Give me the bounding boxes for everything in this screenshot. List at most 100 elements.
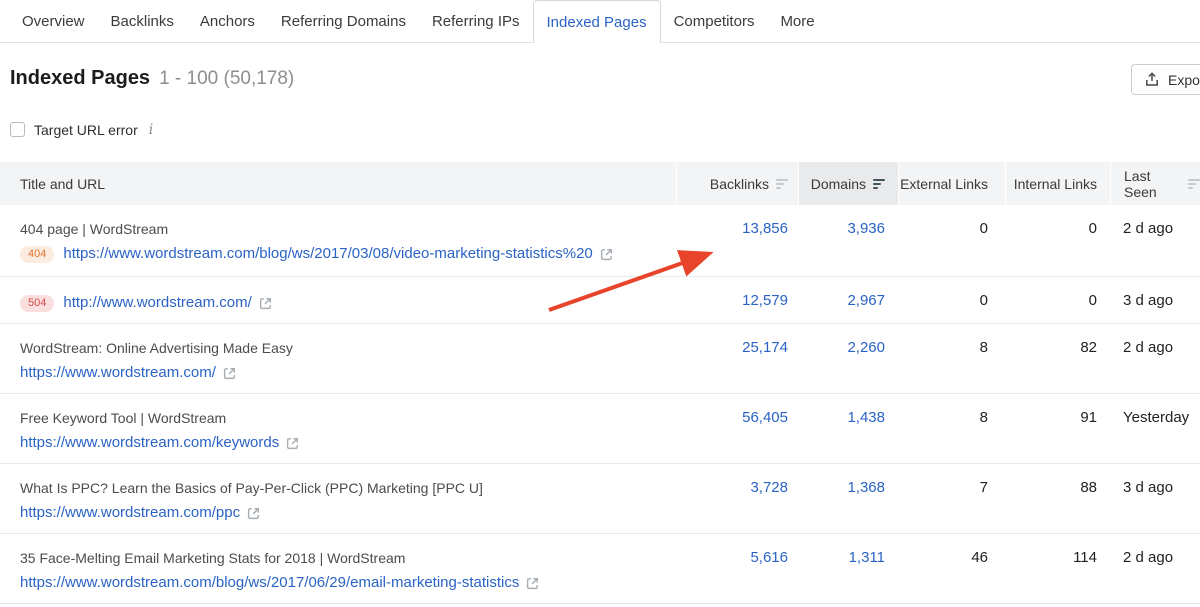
internal-links-value: 0 bbox=[1005, 277, 1110, 323]
page-title-text: What Is PPC? Learn the Basics of Pay-Per… bbox=[20, 479, 676, 498]
column-label: Backlinks bbox=[710, 176, 769, 192]
internal-links-value: 0 bbox=[1005, 205, 1110, 276]
table-row: 35 Face-Melting Email Marketing Stats fo… bbox=[0, 534, 1200, 604]
domains-value[interactable]: 3,936 bbox=[798, 205, 898, 276]
external-link-icon[interactable] bbox=[526, 577, 539, 590]
last-seen-value: 2 d ago bbox=[1110, 534, 1200, 603]
status-code-badge: 404 bbox=[20, 246, 54, 263]
tab-backlinks[interactable]: Backlinks bbox=[98, 0, 187, 42]
external-link-icon[interactable] bbox=[286, 437, 299, 450]
column-header-last-seen[interactable]: Last Seen bbox=[1110, 162, 1200, 205]
backlinks-value[interactable]: 13,856 bbox=[676, 205, 798, 276]
domains-value[interactable]: 2,967 bbox=[798, 277, 898, 323]
target-url-error-label: Target URL error bbox=[34, 122, 138, 138]
page-url-link[interactable]: https://www.wordstream.com/ppc bbox=[20, 502, 240, 524]
table-header-row: Title and URL Backlinks DomainsExternal Li… bbox=[0, 162, 1200, 205]
external-links-value: 46 bbox=[898, 534, 1005, 603]
url-line: 504http://www.wordstream.com/ bbox=[20, 292, 676, 314]
page-url-link[interactable]: https://www.wordstream.com/keywords bbox=[20, 432, 279, 454]
external-links-value: 7 bbox=[898, 464, 1005, 533]
info-icon[interactable]: i bbox=[147, 122, 153, 138]
title-url-cell: Free Keyword Tool | WordStream https://ww… bbox=[0, 394, 676, 463]
last-seen-value: Yesterday bbox=[1110, 394, 1200, 463]
internal-links-value: 88 bbox=[1005, 464, 1110, 533]
url-line: https://www.wordstream.com/blog/ws/2017/… bbox=[20, 572, 676, 594]
page-title-text: Free Keyword Tool | WordStream bbox=[20, 409, 676, 428]
column-header-backlinks[interactable]: Backlinks bbox=[676, 162, 798, 205]
export-button[interactable]: Export bbox=[1131, 64, 1200, 95]
internal-links-value: 82 bbox=[1005, 324, 1110, 393]
table-row: WordStream: Online Advertising Made Easy… bbox=[0, 324, 1200, 394]
column-header-internal-links[interactable]: Internal Links bbox=[1005, 162, 1110, 205]
url-line: 404 https://www.wordstream.com/blog/ws/20… bbox=[20, 243, 676, 265]
tab-competitors[interactable]: Competitors bbox=[661, 0, 768, 42]
table-row: Free Keyword Tool | WordStream https://ww… bbox=[0, 394, 1200, 464]
column-label: Internal Links bbox=[1014, 176, 1097, 192]
url-line: https://www.wordstream.com/ppc bbox=[20, 502, 676, 524]
column-label: External Links bbox=[900, 176, 988, 192]
page-title: Indexed Pages bbox=[10, 67, 150, 90]
title-url-cell: 35 Face-Melting Email Marketing Stats fo… bbox=[0, 534, 676, 603]
column-header-title-and-url[interactable]: Title and URL bbox=[0, 162, 676, 205]
backlinks-value[interactable]: 25,174 bbox=[676, 324, 798, 393]
last-seen-value: 2 d ago bbox=[1110, 324, 1200, 393]
page-url-link[interactable]: https://www.wordstream.com/blog/ws/2017/… bbox=[20, 572, 519, 594]
indexed-pages-table: Title and URL Backlinks DomainsExternal Li… bbox=[0, 162, 1200, 604]
backlinks-value[interactable]: 12,579 bbox=[676, 277, 798, 323]
last-seen-value: 3 d ago bbox=[1110, 277, 1200, 323]
external-link-icon[interactable] bbox=[247, 507, 260, 520]
last-seen-value: 2 d ago bbox=[1110, 205, 1200, 276]
filter-row: Target URL error i bbox=[10, 121, 1200, 138]
external-link-icon[interactable] bbox=[259, 297, 272, 310]
last-seen-value: 3 d ago bbox=[1110, 464, 1200, 533]
domains-value[interactable]: 1,438 bbox=[798, 394, 898, 463]
tab-bar: OverviewBacklinksAnchorsReferring Domain… bbox=[0, 0, 1200, 43]
page-header: Indexed Pages 1 - 100 (50,178) bbox=[10, 67, 1200, 92]
column-header-domains[interactable]: Domains bbox=[798, 162, 898, 205]
external-links-value: 8 bbox=[898, 324, 1005, 393]
internal-links-value: 91 bbox=[1005, 394, 1110, 463]
tab-more[interactable]: More bbox=[767, 0, 827, 42]
table-row: What Is PPC? Learn the Basics of Pay-Per… bbox=[0, 464, 1200, 534]
title-url-cell: 504http://www.wordstream.com/ bbox=[0, 277, 676, 323]
page-url-link[interactable]: http://www.wordstream.com/ bbox=[63, 292, 251, 314]
tab-referring-domains[interactable]: Referring Domains bbox=[268, 0, 419, 42]
backlinks-value[interactable]: 3,728 bbox=[676, 464, 798, 533]
title-url-cell: 404 page | WordStream 404 https://www.word… bbox=[0, 205, 676, 276]
page-url-link[interactable]: https://www.wordstream.com/ bbox=[20, 362, 216, 384]
page-title-text: 404 page | WordStream bbox=[20, 220, 676, 239]
domains-value[interactable]: 2,260 bbox=[798, 324, 898, 393]
sort-icon bbox=[873, 179, 885, 189]
export-label: Export bbox=[1168, 72, 1200, 88]
sort-icon bbox=[776, 179, 788, 189]
sort-icon bbox=[1188, 179, 1200, 189]
external-links-value: 0 bbox=[898, 205, 1005, 276]
page-url-link[interactable]: https://www.wordstream.com/blog/ws/2017/… bbox=[63, 243, 592, 265]
column-header-external-links[interactable]: External Links bbox=[898, 162, 1005, 205]
internal-links-value: 114 bbox=[1005, 534, 1110, 603]
tab-referring-ips[interactable]: Referring IPs bbox=[419, 0, 533, 42]
table-row: 404 page | WordStream 404 https://www.word… bbox=[0, 205, 1200, 277]
export-icon bbox=[1145, 72, 1159, 87]
backlinks-value[interactable]: 5,616 bbox=[676, 534, 798, 603]
target-url-error-checkbox[interactable] bbox=[10, 122, 25, 137]
external-link-icon[interactable] bbox=[223, 367, 236, 380]
domains-value[interactable]: 1,311 bbox=[798, 534, 898, 603]
page-title-text: WordStream: Online Advertising Made Easy bbox=[20, 339, 676, 358]
title-url-cell: What Is PPC? Learn the Basics of Pay-Per… bbox=[0, 464, 676, 533]
tab-anchors[interactable]: Anchors bbox=[187, 0, 268, 42]
external-links-value: 8 bbox=[898, 394, 1005, 463]
backlinks-value[interactable]: 56,405 bbox=[676, 394, 798, 463]
title-url-cell: WordStream: Online Advertising Made Easy… bbox=[0, 324, 676, 393]
table-body: 404 page | WordStream 404 https://www.word… bbox=[0, 205, 1200, 604]
domains-value[interactable]: 1,368 bbox=[798, 464, 898, 533]
table-row: 504http://www.wordstream.com/12,5792,967… bbox=[0, 277, 1200, 324]
url-line: https://www.wordstream.com/ bbox=[20, 362, 676, 384]
result-range: 1 - 100 (50,178) bbox=[159, 68, 294, 90]
url-line: https://www.wordstream.com/keywords bbox=[20, 432, 676, 454]
column-label: Last Seen bbox=[1124, 168, 1181, 200]
tab-overview[interactable]: Overview bbox=[9, 0, 98, 42]
external-link-icon[interactable] bbox=[600, 248, 613, 261]
column-label: Title and URL bbox=[20, 176, 105, 192]
tab-indexed-pages[interactable]: Indexed Pages bbox=[533, 0, 661, 43]
